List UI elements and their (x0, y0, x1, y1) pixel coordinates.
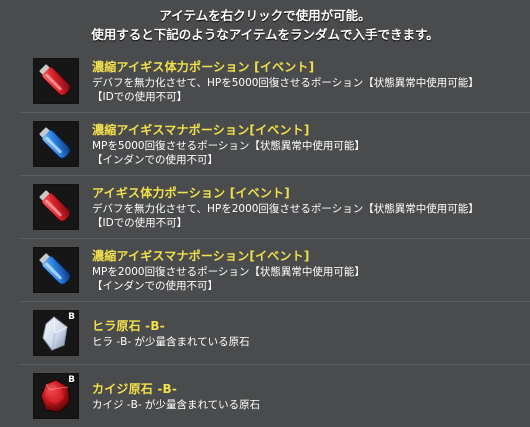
item-icon-cell (20, 58, 92, 104)
item-name: 濃縮アイギスマナポーション[イベント] (92, 122, 310, 137)
header-line-2: 使用すると下記のようなアイテムをランダムで入手できます。 (91, 27, 439, 42)
item-tooltip-panel: アイテムを右クリックで使用が可能。 使用すると下記のようなアイテムをランダムで入… (0, 0, 530, 422)
list-item[interactable]: 濃縮アイギスマナポーション[イベント] MPを5000回復させるポーション【状態… (20, 112, 530, 175)
item-desc-line-2: 【インダンでの使用不可】 (92, 279, 218, 292)
blue-potion-icon (33, 247, 79, 293)
item-text: 濃縮アイギスマナポーション[イベント] MPを5000回復させるポーション【状態… (92, 122, 530, 167)
red-gem-icon: B (33, 373, 79, 419)
list-item[interactable]: B カイジ原石 -B- カイジ -B- が少量含まれている原石 (20, 364, 530, 427)
item-icon-cell (20, 247, 92, 293)
item-icon-cell (20, 121, 92, 167)
grade-badge: B (68, 375, 75, 385)
item-text: 濃縮アイギス体力ポーション [イベント] デバフを無力化させて、HPを5000回… (92, 59, 530, 104)
list-item[interactable]: 濃縮アイギスマナポーション[イベント] MPを2000回復させるポーション【状態… (20, 238, 530, 301)
item-desc-line-1: MPを5000回復させるポーション【状態異常中使用可能】 (92, 139, 365, 152)
item-icon-cell: B (20, 373, 92, 419)
item-icon-cell: B (20, 310, 92, 356)
item-desc-line-2: 【IDでの使用不可】 (92, 90, 188, 103)
red-potion-icon (33, 58, 79, 104)
list-item[interactable]: 濃縮アイギス体力ポーション [イベント] デバフを無力化させて、HPを5000回… (20, 50, 530, 112)
item-desc-line-1: MPを2000回復させるポーション【状態異常中使用可能】 (92, 265, 365, 278)
white-crystal-icon: B (33, 310, 79, 356)
item-list: 濃縮アイギス体力ポーション [イベント] デバフを無力化させて、HPを5000回… (20, 50, 530, 427)
item-desc-line-1: デバフを無力化させて、HPを5000回復させるポーション【状態異常中使用可能】 (92, 76, 479, 89)
item-icon-cell (20, 184, 92, 230)
header-line-1: アイテムを右クリックで使用が可能。 (159, 8, 371, 23)
item-desc-line-2: 【インダンでの使用不可】 (92, 153, 218, 166)
grade-badge: B (68, 312, 75, 322)
item-desc-line-1: デバフを無力化させて、HPを2000回復させるポーション【状態異常中使用可能】 (92, 202, 479, 215)
item-name: ヒラ原石 -B- (92, 318, 165, 333)
item-desc-line-2: 【IDでの使用不可】 (92, 216, 188, 229)
blue-potion-icon (33, 121, 79, 167)
list-item[interactable]: アイギス体力ポーション [イベント] デバフを無力化させて、HPを2000回復さ… (20, 175, 530, 238)
item-name: カイジ原石 -B- (92, 381, 178, 396)
item-text: アイギス体力ポーション [イベント] デバフを無力化させて、HPを2000回復さ… (92, 185, 530, 230)
item-desc-line-1: カイジ -B- が少量含まれている原石 (92, 398, 261, 411)
item-name: 濃縮アイギス体力ポーション [イベント] (92, 59, 315, 74)
list-item[interactable]: B ヒラ原石 -B- ヒラ -B- が少量含まれている原石 (20, 301, 530, 364)
item-name: 濃縮アイギスマナポーション[イベント] (92, 248, 310, 263)
item-name: アイギス体力ポーション [イベント] (92, 185, 290, 200)
red-potion-icon (33, 184, 79, 230)
item-text: ヒラ原石 -B- ヒラ -B- が少量含まれている原石 (92, 318, 530, 349)
item-text: 濃縮アイギスマナポーション[イベント] MPを2000回復させるポーション【状態… (92, 248, 530, 293)
item-text: カイジ原石 -B- カイジ -B- が少量含まれている原石 (92, 381, 530, 412)
item-desc-line-1: ヒラ -B- が少量含まれている原石 (92, 335, 250, 348)
header: アイテムを右クリックで使用が可能。 使用すると下記のようなアイテムをランダムで入… (0, 0, 530, 50)
